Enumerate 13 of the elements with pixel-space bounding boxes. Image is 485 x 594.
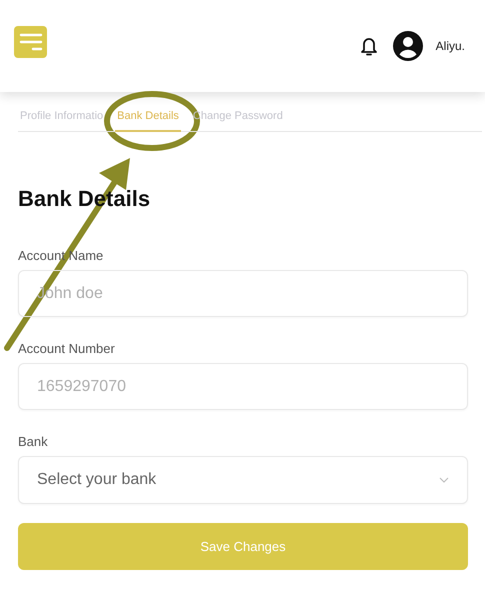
- field-label: Account Number: [18, 341, 116, 356]
- select-field[interactable]: Select your bank: [18, 456, 468, 504]
- tab[interactable]: Bank Details: [115, 108, 181, 132]
- field-label: Bank: [18, 434, 49, 449]
- menu-icon: [18, 32, 42, 52]
- user-name[interactable]: Aliyu.: [436, 39, 465, 53]
- bell-icon[interactable]: [358, 35, 379, 57]
- save-button[interactable]: Save Changes: [18, 523, 468, 570]
- input-field[interactable]: 1659297070: [18, 363, 468, 410]
- tab[interactable]: Profile Informatio: [18, 108, 106, 132]
- chevron-down-icon: [439, 477, 449, 483]
- avatar-icon[interactable]: [392, 31, 423, 61]
- field-label: Account Name: [18, 248, 104, 263]
